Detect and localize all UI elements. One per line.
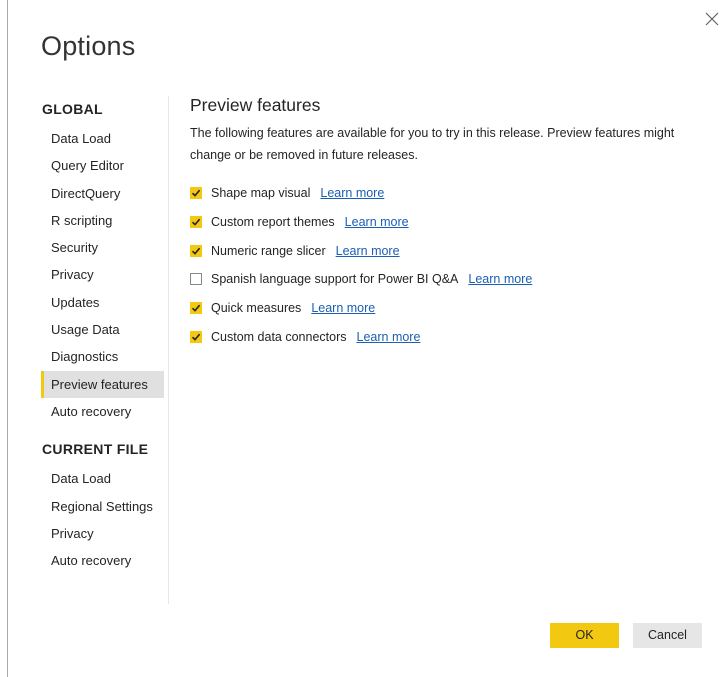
nav-item-preview-features[interactable]: Preview features (41, 370, 164, 399)
checkmark-icon (191, 218, 201, 226)
feature-label: Numeric range slicer (211, 243, 326, 258)
checkmark-icon (191, 304, 201, 312)
learn-more-link[interactable]: Learn more (468, 272, 532, 286)
close-icon[interactable] (703, 10, 721, 28)
options-dialog: Options GLOBAL Data Load Query Editor Di… (7, 0, 725, 677)
nav-item-regional-settings[interactable]: Regional Settings (41, 493, 171, 520)
nav-item-privacy[interactable]: Privacy (41, 261, 171, 288)
nav-item-data-load[interactable]: Data Load (41, 125, 171, 152)
nav-item-usage-data[interactable]: Usage Data (41, 316, 171, 343)
checkmark-icon (191, 333, 201, 341)
feature-checkbox[interactable] (190, 302, 202, 315)
learn-more-link[interactable]: Learn more (311, 301, 375, 315)
ok-button[interactable]: OK (550, 623, 619, 648)
nav-item-auto-recovery[interactable]: Auto recovery (41, 398, 171, 425)
nav-item-file-auto-recovery[interactable]: Auto recovery (41, 547, 171, 574)
learn-more-link[interactable]: Learn more (357, 330, 421, 344)
feature-checkbox[interactable] (190, 244, 202, 257)
learn-more-link[interactable]: Learn more (345, 215, 409, 229)
feature-checkbox[interactable] (190, 187, 202, 200)
feature-checkbox[interactable] (190, 216, 202, 229)
nav-item-diagnostics[interactable]: Diagnostics (41, 343, 171, 370)
learn-more-link[interactable]: Learn more (336, 244, 400, 258)
feature-row: Custom report themes Learn more (190, 208, 700, 237)
feature-checkbox[interactable] (190, 330, 202, 343)
feature-row: Custom data connectors Learn more (190, 322, 700, 351)
nav-list-global: Data Load Query Editor DirectQuery R scr… (41, 125, 171, 425)
section-title: Preview features (190, 95, 321, 115)
feature-label: Spanish language support for Power BI Q&… (211, 272, 459, 287)
feature-row: Quick measures Learn more (190, 294, 700, 323)
nav-divider (168, 96, 169, 604)
feature-row: Numeric range slicer Learn more (190, 236, 700, 265)
nav-list-current-file: Data Load Regional Settings Privacy Auto… (41, 465, 171, 574)
dialog-title: Options (41, 31, 136, 61)
nav-item-file-data-load[interactable]: Data Load (41, 465, 171, 492)
feature-list: Shape map visual Learn more Custom repor… (190, 179, 700, 351)
feature-label: Quick measures (211, 301, 302, 316)
nav-item-updates[interactable]: Updates (41, 289, 171, 316)
feature-row: Spanish language support for Power BI Q&… (190, 265, 700, 294)
preview-features-panel: Preview features The following features … (190, 92, 700, 351)
nav-header-current-file: CURRENT FILE (42, 441, 149, 458)
feature-label: Custom data connectors (211, 329, 347, 344)
feature-label: Shape map visual (211, 186, 311, 201)
checkmark-icon (191, 247, 201, 255)
learn-more-link[interactable]: Learn more (320, 186, 384, 200)
cancel-button[interactable]: Cancel (633, 623, 702, 648)
nav-item-file-privacy[interactable]: Privacy (41, 520, 171, 547)
feature-row: Shape map visual Learn more (190, 179, 700, 208)
nav-item-query-editor[interactable]: Query Editor (41, 152, 171, 179)
nav-item-security[interactable]: Security (41, 234, 171, 261)
section-description: The following features are available for… (190, 126, 675, 162)
nav-header-global: GLOBAL (42, 101, 103, 117)
nav-item-r-scripting[interactable]: R scripting (41, 207, 171, 234)
options-nav: GLOBAL Data Load Query Editor DirectQuer… (41, 98, 171, 574)
checkmark-icon (191, 190, 201, 198)
feature-label: Custom report themes (211, 215, 335, 230)
nav-item-directquery[interactable]: DirectQuery (41, 180, 171, 207)
feature-checkbox[interactable] (190, 273, 202, 286)
